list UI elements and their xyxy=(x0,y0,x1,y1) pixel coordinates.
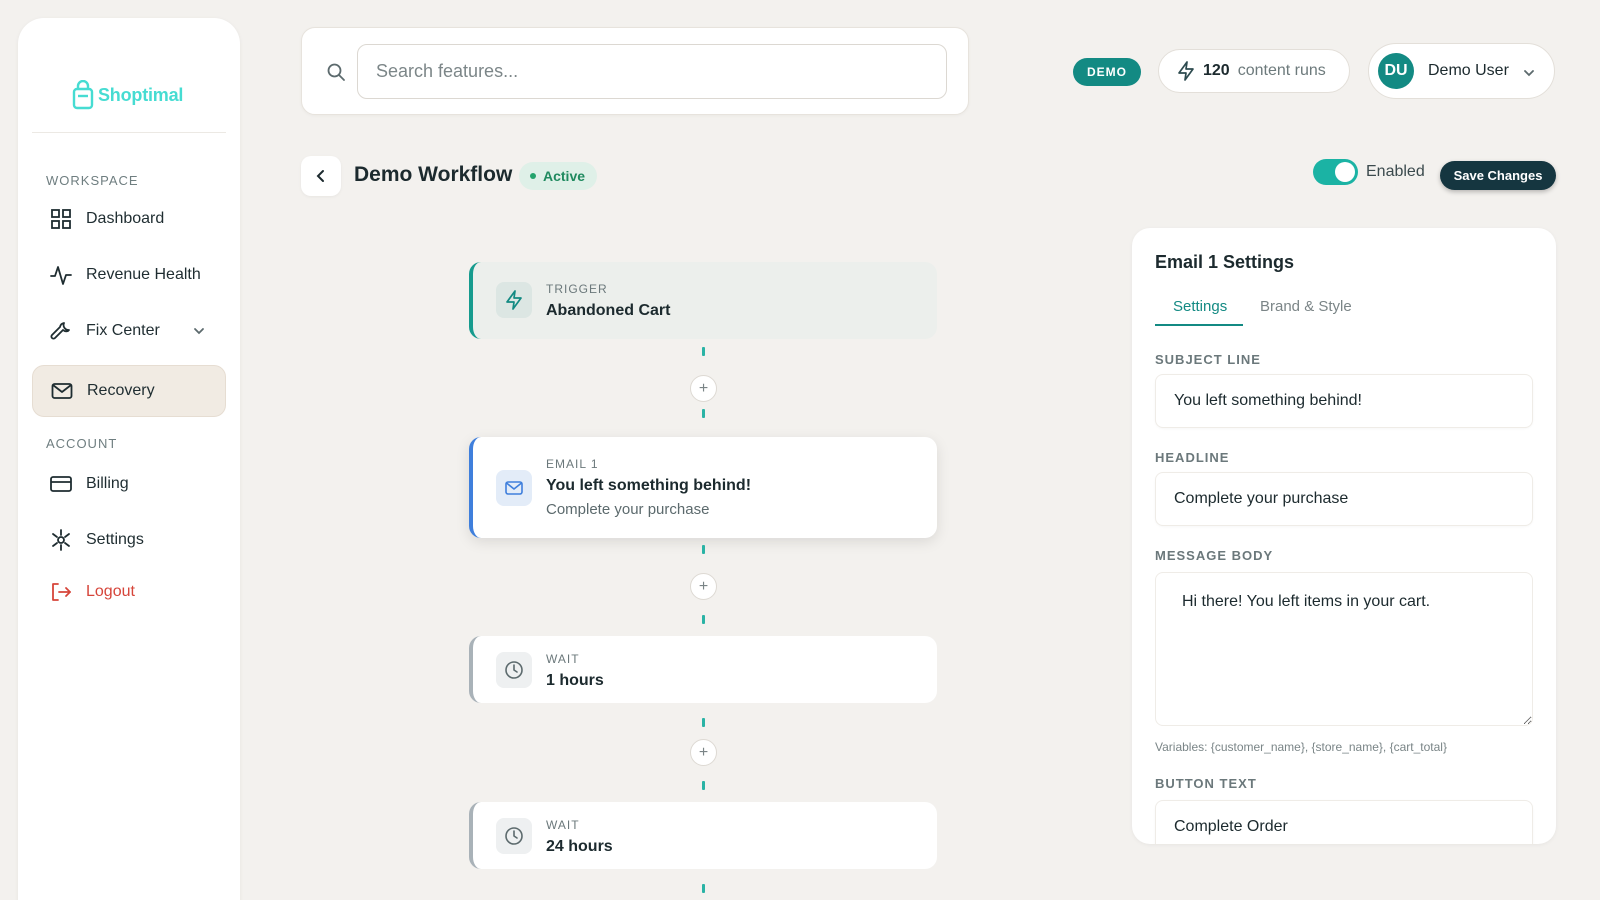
logo-text: Shoptimal xyxy=(98,84,184,105)
connector-dash xyxy=(702,347,705,356)
add-step-button[interactable]: + xyxy=(690,375,717,402)
clock-icon xyxy=(496,652,532,688)
node-title: 24 hours xyxy=(546,838,613,855)
node-subtitle: Complete your purchase xyxy=(546,501,710,518)
settings-icon xyxy=(52,529,70,551)
node-title: You left something behind! xyxy=(546,477,752,494)
search-bar xyxy=(301,27,969,115)
sidebar: Shoptimal WORKSPACE Dashboard Revenue He… xyxy=(18,18,240,900)
node-kicker: TRIGGER xyxy=(546,282,608,296)
sidebar-item-label: Fix Center xyxy=(86,322,160,339)
sidebar-item-fix-center[interactable]: Fix Center xyxy=(32,305,226,357)
sidebar-divider xyxy=(32,132,226,133)
panel-title: Email 1 Settings xyxy=(1155,252,1295,272)
chevron-down-icon xyxy=(1524,70,1534,77)
shopping-bag-icon xyxy=(72,80,94,110)
node-kicker: EMAIL 1 xyxy=(546,457,599,471)
user-menu[interactable]: DU Demo User xyxy=(1368,43,1555,99)
demo-badge: DEMO xyxy=(1073,58,1141,86)
sidebar-item-billing[interactable]: Billing xyxy=(32,458,226,510)
content-runs-counter[interactable]: 120 content runs xyxy=(1158,49,1350,93)
node-kicker: WAIT xyxy=(546,818,580,832)
workflow-node-email[interactable]: EMAIL 1 You left something behind! Compl… xyxy=(469,437,937,538)
chevron-down-icon[interactable] xyxy=(192,324,206,338)
chevron-left-icon xyxy=(316,170,324,182)
email-settings-panel: Email 1 Settings Settings Brand & Style … xyxy=(1132,228,1556,844)
section-label-workspace: WORKSPACE xyxy=(46,173,139,188)
sidebar-item-label: Recovery xyxy=(87,382,155,399)
enabled-label: Enabled xyxy=(1366,163,1425,180)
connector-dash xyxy=(702,781,705,790)
add-step-button[interactable]: + xyxy=(690,739,717,766)
workflow-node-wait[interactable]: WAIT 24 hours xyxy=(469,802,937,869)
headline-input[interactable] xyxy=(1155,472,1533,526)
subject-line-input[interactable] xyxy=(1155,374,1533,428)
tab-underline xyxy=(1155,324,1243,326)
sidebar-item-recovery[interactable]: Recovery xyxy=(32,365,226,417)
sidebar-item-revenue-health[interactable]: Revenue Health xyxy=(32,249,226,301)
clock-icon xyxy=(496,818,532,854)
node-title: 1 hours xyxy=(546,672,604,689)
workflow-node-trigger[interactable]: TRIGGER Abandoned Cart xyxy=(469,262,937,339)
bolt-icon xyxy=(496,282,532,318)
mail-icon xyxy=(496,470,532,506)
add-step-button[interactable]: + xyxy=(690,573,717,600)
save-changes-button[interactable]: Save Changes xyxy=(1440,161,1556,190)
connector-dash xyxy=(702,718,705,727)
wrench-icon xyxy=(50,322,70,340)
avatar: DU xyxy=(1378,53,1414,89)
node-title: Abandoned Cart xyxy=(546,302,671,319)
status-badge: Active xyxy=(519,162,598,190)
sidebar-item-label: Billing xyxy=(86,475,129,492)
message-body-textarea[interactable]: Hi there! You left items in your cart. xyxy=(1155,572,1533,726)
back-button[interactable] xyxy=(301,156,341,196)
user-name: Demo User xyxy=(1428,62,1509,79)
section-label-account: ACCOUNT xyxy=(46,436,118,451)
search-input[interactable] xyxy=(357,44,947,99)
enabled-toggle[interactable] xyxy=(1313,159,1358,185)
bolt-icon xyxy=(1178,61,1194,81)
connector-dash xyxy=(702,545,705,554)
workflow-node-wait[interactable]: WAIT 1 hours xyxy=(469,636,937,703)
search-icon xyxy=(327,63,345,81)
logout-icon xyxy=(52,583,71,601)
credit-card-icon xyxy=(50,476,72,492)
sidebar-item-logout[interactable]: Logout xyxy=(32,566,226,618)
mail-icon xyxy=(51,383,73,399)
logo[interactable]: Shoptimal xyxy=(72,80,183,110)
page-title: Demo Workflow xyxy=(354,163,513,186)
sidebar-item-dashboard[interactable]: Dashboard xyxy=(32,193,226,245)
tab-settings[interactable]: Settings xyxy=(1173,298,1227,315)
runs-count: 120 xyxy=(1203,62,1230,79)
headline-label: HEADLINE xyxy=(1155,450,1230,465)
activity-icon xyxy=(50,266,72,285)
sidebar-item-settings[interactable]: Settings xyxy=(32,514,226,566)
button-text-label: BUTTON TEXT xyxy=(1155,776,1257,791)
connector-dash xyxy=(702,884,705,893)
message-body-label: MESSAGE BODY xyxy=(1155,548,1274,563)
sidebar-item-label: Logout xyxy=(86,583,135,600)
connector-dash xyxy=(702,409,705,418)
connector-dash xyxy=(702,615,705,624)
toggle-knob xyxy=(1335,162,1355,182)
node-kicker: WAIT xyxy=(546,652,580,666)
variables-hint: Variables: {customer_name}, {store_name}… xyxy=(1155,740,1447,754)
button-text-input[interactable] xyxy=(1155,800,1533,844)
subject-line-label: SUBJECT LINE xyxy=(1155,352,1261,367)
sidebar-item-label: Settings xyxy=(86,531,144,548)
runs-label: content runs xyxy=(1237,62,1326,79)
sidebar-item-label: Revenue Health xyxy=(86,266,201,283)
grid-icon xyxy=(51,209,71,229)
tab-brand-style[interactable]: Brand & Style xyxy=(1260,298,1352,315)
sidebar-item-label: Dashboard xyxy=(86,210,165,227)
